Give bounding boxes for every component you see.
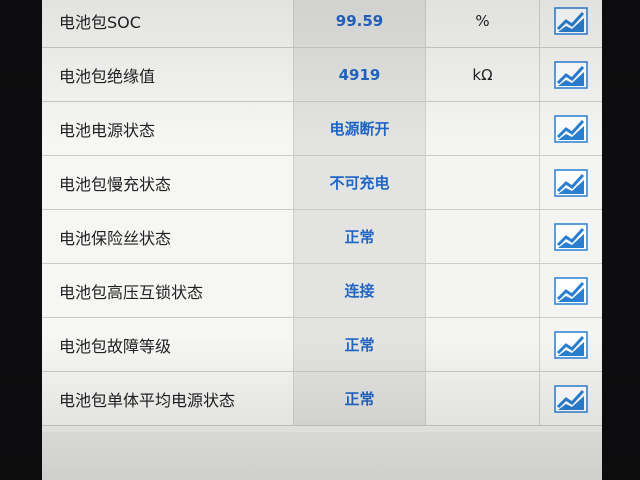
row-unit (426, 372, 540, 425)
row-value: 正常 (294, 210, 426, 263)
trend-chart-icon (554, 222, 588, 251)
table-row: 电池包高压互锁状态 连接 (42, 264, 602, 318)
row-label: 电池包故障等级 (42, 318, 294, 371)
row-label: 电池包绝缘值 (42, 48, 294, 101)
row-unit (426, 156, 540, 209)
row-label: 电池电源状态 (42, 102, 294, 155)
table-row: 电池保险丝状态 正常 (42, 210, 602, 264)
row-value: 连接 (294, 264, 426, 317)
trend-chart-icon (554, 60, 588, 89)
trend-chart-button[interactable] (540, 102, 602, 155)
table-row: 电池包SOC 99.59 % (42, 0, 602, 48)
trend-chart-icon (554, 330, 588, 359)
row-unit: % (426, 0, 540, 47)
table-row: 电池电源状态 电源断开 (42, 102, 602, 156)
row-label: 电池保险丝状态 (42, 210, 294, 263)
trend-chart-icon (554, 114, 588, 143)
trend-chart-button[interactable] (540, 48, 602, 101)
row-value: 正常 (294, 372, 426, 425)
trend-chart-button[interactable] (540, 264, 602, 317)
row-unit (426, 102, 540, 155)
trend-chart-button[interactable] (540, 318, 602, 371)
table-row: 电池包慢充状态 不可充电 (42, 156, 602, 210)
table-row: 电池包绝缘值 4919 kΩ (42, 48, 602, 102)
row-unit (426, 210, 540, 263)
trend-chart-button[interactable] (540, 210, 602, 263)
trend-chart-button[interactable] (540, 156, 602, 209)
data-stream-panel: 电池包SOC 99.59 % 电池包绝缘值 4919 kΩ 电池电源状态 电源断… (42, 0, 602, 480)
row-value: 4919 (294, 48, 426, 101)
table-row: 电池包单体平均电源状态 正常 (42, 372, 602, 426)
trend-chart-icon (554, 276, 588, 305)
row-unit (426, 264, 540, 317)
row-unit (426, 318, 540, 371)
row-value: 电源断开 (294, 102, 426, 155)
trend-chart-icon (554, 6, 588, 35)
trend-chart-icon (554, 168, 588, 197)
row-label: 电池包SOC (42, 0, 294, 47)
row-label: 电池包单体平均电源状态 (42, 372, 294, 425)
row-unit: kΩ (426, 48, 540, 101)
table-row: 电池包故障等级 正常 (42, 318, 602, 372)
row-label: 电池包慢充状态 (42, 156, 294, 209)
row-value: 99.59 (294, 0, 426, 47)
row-value: 不可充电 (294, 156, 426, 209)
row-label: 电池包高压互锁状态 (42, 264, 294, 317)
trend-chart-button[interactable] (540, 0, 602, 47)
trend-chart-button[interactable] (540, 372, 602, 425)
table-footer-area (42, 432, 602, 480)
row-value: 正常 (294, 318, 426, 371)
trend-chart-icon (554, 384, 588, 413)
